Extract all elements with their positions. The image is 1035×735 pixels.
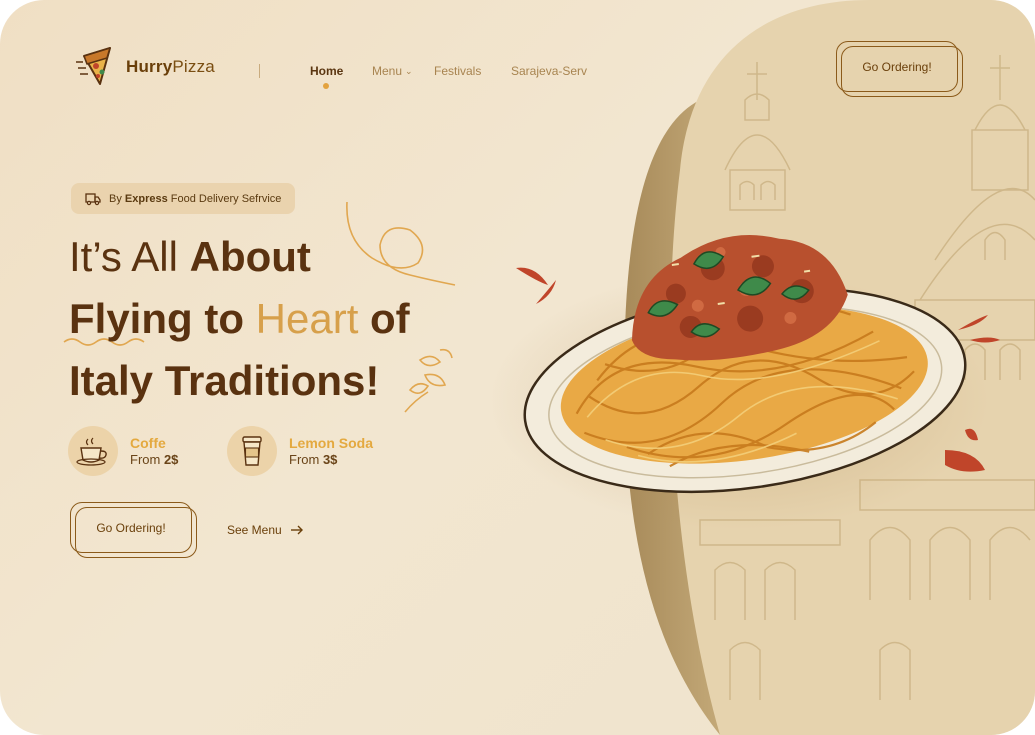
product-name: Lemon Soda (289, 434, 374, 451)
nav-item-home[interactable]: Home (310, 64, 343, 89)
headline-line-1: It’s All About (69, 233, 311, 280)
go-ordering-label: Go Ordering! (96, 520, 166, 535)
headline-line-2: Flying to Heart of (69, 295, 410, 342)
delivery-truck-icon (85, 192, 101, 205)
product-coffee[interactable]: Coffe From 2$ (68, 426, 178, 476)
see-menu-link[interactable]: See Menu (227, 523, 304, 537)
brand-logo[interactable]: HurryPizza (76, 44, 215, 90)
nav-item-sarajeva-serv[interactable]: Sarajeva-Serv (511, 64, 587, 78)
landing-page: HurryPizza Home Menu ⌄ Festivals Sarajeva… (0, 0, 1035, 735)
active-indicator-dot (323, 83, 329, 89)
pizza-slice-icon (76, 47, 111, 85)
brand-name: HurryPizza (126, 57, 215, 76)
header-order-button[interactable]: Go Ordering! (836, 41, 963, 97)
headline-line-3: Italy Traditions! (69, 357, 380, 404)
header-divider (259, 64, 260, 78)
hero-headline: It’s All About Flying to Heart of Italy … (69, 226, 410, 412)
go-ordering-button[interactable]: Go Ordering! (70, 502, 197, 558)
chevron-down-icon: ⌄ (405, 66, 413, 76)
nav-item-menu[interactable]: Menu ⌄ (372, 64, 413, 78)
nav-item-festivals[interactable]: Festivals (434, 64, 481, 78)
badge-text: By Express Food Delivery Sefrvice (109, 192, 282, 205)
product-name: Coffe (130, 434, 166, 451)
delivery-badge: By Express Food Delivery Sefrvice (71, 183, 296, 214)
product-price: From 3$ (289, 451, 338, 467)
soda-cup-icon (227, 426, 277, 476)
see-menu-label: See Menu (227, 523, 282, 537)
arrow-right-icon (290, 525, 303, 535)
header-order-label: Go Ordering! (862, 59, 932, 74)
product-price: From 2$ (130, 451, 179, 467)
product-lemon-soda[interactable]: Lemon Soda From 3$ (227, 426, 373, 476)
coffee-cup-icon (68, 426, 118, 476)
